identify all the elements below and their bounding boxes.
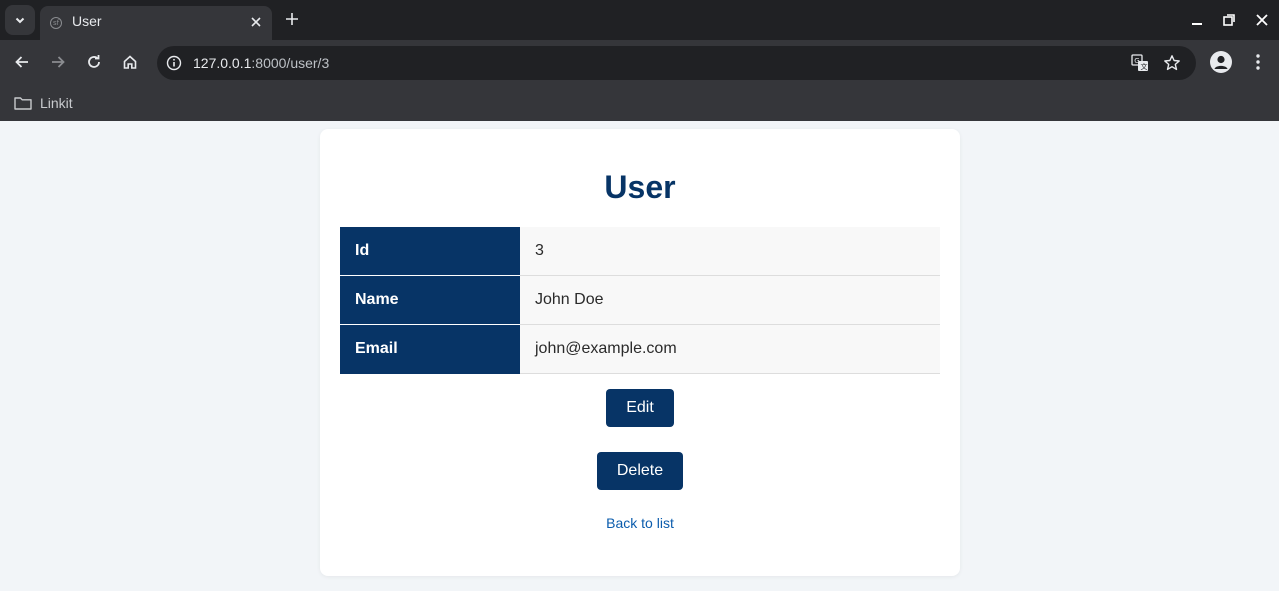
browser-tab[interactable]: sf User <box>40 6 272 40</box>
url-path: :8000/user/3 <box>251 55 330 71</box>
new-tab-button[interactable] <box>282 8 302 30</box>
site-info-button[interactable] <box>164 53 184 73</box>
home-icon <box>123 55 137 69</box>
close-icon <box>1256 14 1268 26</box>
field-value-name: John Doe <box>520 275 940 325</box>
url-host: 127.0.0.1 <box>193 55 252 71</box>
reload-icon <box>88 55 100 68</box>
kebab-menu-icon <box>1256 54 1260 70</box>
bookmark-star-button[interactable] <box>1162 53 1182 73</box>
close-window-button[interactable] <box>1252 10 1272 30</box>
svg-text:G: G <box>1134 57 1139 65</box>
tab-search-button[interactable] <box>5 5 35 35</box>
restore-icon <box>1223 14 1235 26</box>
arrow-left-icon <box>15 56 28 68</box>
svg-text:文: 文 <box>1141 62 1148 71</box>
minimize-icon <box>1192 23 1202 25</box>
profile-icon <box>1214 55 1228 69</box>
back-button[interactable] <box>10 50 34 74</box>
table-row: Email john@example.com <box>340 324 940 374</box>
plus-icon <box>286 13 298 25</box>
field-label-email: Email <box>340 324 520 374</box>
browser-menu-button[interactable] <box>1248 50 1268 74</box>
field-label-name: Name <box>340 275 520 325</box>
address-bar[interactable]: 127.0.0.1:8000/user/3 G 文 <box>157 46 1196 80</box>
info-icon <box>166 55 182 71</box>
field-value-email: john@example.com <box>520 324 940 374</box>
field-value-id: 3 <box>520 227 940 276</box>
restore-button[interactable] <box>1219 10 1239 30</box>
field-label-id: Id <box>340 227 520 276</box>
bookmark-label: Linkit <box>40 95 73 111</box>
browser-toolbar: 127.0.0.1:8000/user/3 G 文 <box>0 40 1279 85</box>
profile-button[interactable] <box>1210 51 1232 73</box>
forward-button[interactable] <box>46 50 70 74</box>
translate-icon: G 文 <box>1131 54 1148 71</box>
star-icon <box>1164 55 1180 71</box>
browser-tab-strip: sf User <box>0 0 1279 40</box>
user-detail-card: User Id 3 Name John Doe Email john@examp… <box>320 129 960 576</box>
user-detail-table: Id 3 Name John Doe Email john@example.co… <box>340 227 940 374</box>
table-row: Id 3 <box>340 227 940 276</box>
home-button[interactable] <box>118 50 142 74</box>
url-text: 127.0.0.1:8000/user/3 <box>193 55 329 71</box>
bookmark-folder-linkit[interactable]: Linkit <box>10 90 77 116</box>
page-title: User <box>604 169 676 205</box>
folder-icon <box>14 97 32 110</box>
edit-button[interactable]: Edit <box>606 389 674 427</box>
chevron-down-icon <box>15 17 25 24</box>
close-icon <box>251 17 261 27</box>
minimize-button[interactable] <box>1187 10 1207 30</box>
tab-close-button[interactable] <box>248 14 264 30</box>
back-to-list-link[interactable]: Back to list <box>320 515 960 531</box>
translate-button[interactable]: G 文 <box>1130 53 1150 73</box>
tab-title: User <box>72 13 102 29</box>
delete-button[interactable]: Delete <box>597 452 683 490</box>
bookmarks-bar: Linkit <box>0 85 1279 121</box>
tab-favicon-icon: sf <box>50 17 62 29</box>
arrow-right-icon <box>52 56 65 68</box>
reload-button[interactable] <box>82 50 106 74</box>
table-row: Name John Doe <box>340 275 940 325</box>
